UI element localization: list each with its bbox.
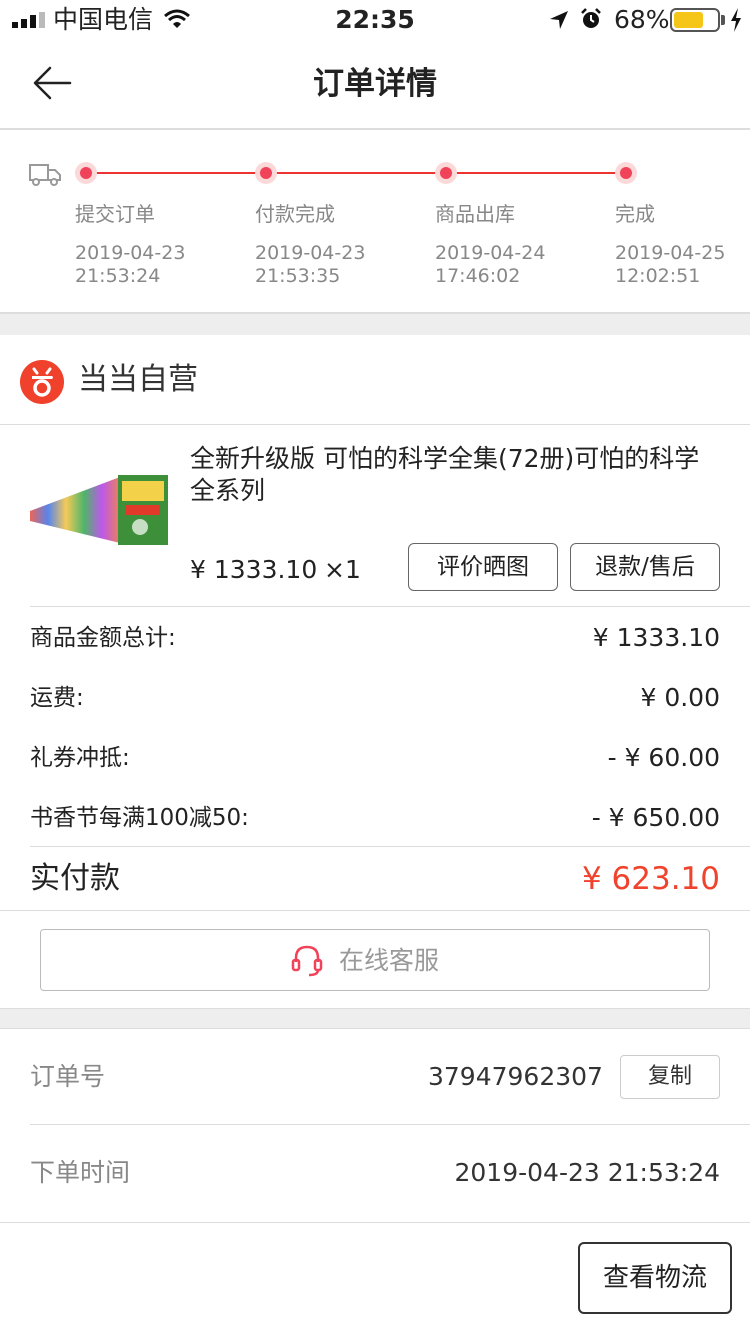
step-time: 17:46:02	[435, 265, 521, 287]
page-title: 订单详情	[313, 66, 437, 102]
step-date: 2019-04-23	[75, 242, 186, 264]
progress-line	[86, 172, 626, 174]
progress-step-label: 付款完成	[255, 202, 335, 226]
online-service-button[interactable]: 在线客服	[40, 929, 710, 991]
fee-value: - ¥ 60.00	[607, 743, 720, 772]
divider	[0, 910, 750, 911]
battery-tip	[721, 15, 725, 25]
paid-label: 实付款	[30, 861, 120, 896]
divider	[30, 1124, 750, 1125]
shop-header[interactable]: 当当自营	[0, 335, 750, 425]
alarm-clock-icon	[581, 8, 601, 28]
battery-icon	[670, 8, 720, 32]
progress-step-date: 2019-04-24 17:46:02	[435, 242, 545, 288]
divider	[30, 846, 750, 847]
view-logistics-button[interactable]: 查看物流	[578, 1242, 732, 1314]
progress-dot	[255, 162, 277, 184]
step-date: 2019-04-24	[435, 242, 546, 264]
dangdang-logo-icon	[20, 360, 64, 404]
product-quantity: ×1	[324, 555, 361, 584]
step-date: 2019-04-23	[255, 242, 366, 264]
progress-step-date: 2019-04-25 12:02:51	[615, 242, 725, 288]
charging-bolt-icon	[731, 8, 741, 32]
order-time-value: 2019-04-23 21:53:24	[454, 1158, 720, 1187]
fee-label: 商品金额总计:	[30, 625, 176, 651]
step-time: 12:02:51	[615, 265, 701, 287]
status-bar: 中国电信 22:35 68%	[0, 0, 750, 40]
step-time: 21:53:24	[75, 265, 161, 287]
progress-step-label: 提交订单	[75, 202, 155, 226]
location-arrow-icon	[550, 11, 568, 29]
order-time-label: 下单时间	[30, 1158, 131, 1187]
progress-dot	[75, 162, 97, 184]
truck-icon	[29, 164, 61, 186]
progress-dot	[435, 162, 457, 184]
divider	[0, 1222, 750, 1223]
divider	[0, 1008, 750, 1009]
headset-icon	[291, 945, 323, 977]
order-progress: 提交订单 付款完成 商品出库 完成 2019-04-23 21:53:24 20…	[0, 132, 750, 314]
step-date: 2019-04-25	[615, 242, 726, 264]
nav-bar: 订单详情	[0, 40, 750, 130]
section-gap	[0, 314, 750, 335]
order-number-label: 订单号	[30, 1062, 106, 1091]
step-time: 21:53:35	[255, 265, 341, 287]
fee-label: 书香节每满100减50:	[30, 805, 249, 831]
fee-value: - ¥ 650.00	[591, 803, 720, 832]
product-title[interactable]: 全新升级版 可怕的科学全集(72册)可怕的科学全系列	[190, 443, 720, 507]
battery-fill	[674, 12, 703, 28]
paid-amount: ¥ 623.10	[581, 861, 720, 897]
divider	[30, 606, 750, 607]
fee-label: 运费:	[30, 685, 84, 711]
product-image[interactable]	[30, 473, 170, 553]
battery-percent: 68%	[614, 5, 670, 34]
shop-name: 当当自营	[78, 362, 198, 397]
fee-label: 礼券冲抵:	[30, 745, 130, 771]
progress-step-date: 2019-04-23 21:53:24	[75, 242, 185, 288]
divider	[0, 1028, 750, 1029]
copy-button[interactable]: 复制	[620, 1055, 720, 1099]
product-item[interactable]: 全新升级版 可怕的科学全集(72册)可怕的科学全系列 ¥ 1333.10 ×1 …	[0, 425, 750, 607]
online-service-label: 在线客服	[339, 946, 440, 975]
review-button[interactable]: 评价晒图	[408, 543, 558, 591]
progress-step-label: 商品出库	[435, 202, 515, 226]
refund-button[interactable]: 退款/售后	[570, 543, 720, 591]
section-gap	[0, 1008, 750, 1029]
progress-step-label: 完成	[615, 202, 655, 226]
fee-value: ¥ 1333.10	[592, 623, 720, 652]
order-number-value: 37947962307	[428, 1062, 603, 1091]
fee-value: ¥ 0.00	[640, 683, 720, 712]
product-price: ¥ 1333.10	[190, 555, 318, 584]
progress-dot	[615, 162, 637, 184]
progress-step-date: 2019-04-23 21:53:35	[255, 242, 365, 288]
